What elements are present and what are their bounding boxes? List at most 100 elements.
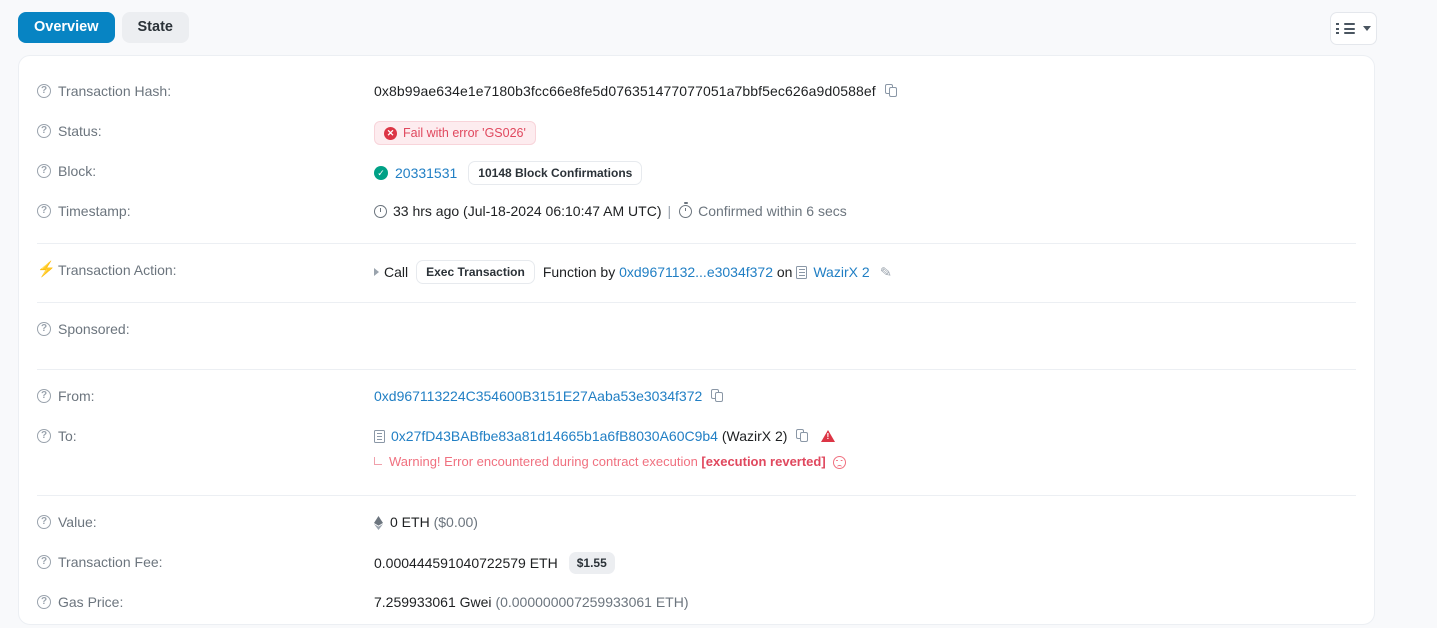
contract-document-icon [374,429,385,443]
label-text: Transaction Hash: [58,83,172,99]
help-icon[interactable]: ? [37,555,51,569]
label-transaction-fee: ? Transaction Fee: [37,552,374,571]
label-status: ? Status: [37,121,374,140]
label-text: Timestamp: [58,203,131,219]
divider [37,243,1356,244]
lightning-bolt-icon: ⚡ [37,261,56,278]
row-sponsored: ? Sponsored: [37,312,1356,360]
tab-overview[interactable]: Overview [18,12,115,43]
copy-icon[interactable] [884,84,898,98]
label-transaction-hash: ? Transaction Hash: [37,81,374,100]
label-from: ? From: [37,386,374,405]
copy-icon[interactable] [796,429,809,443]
function-name-badge: Exec Transaction [416,260,535,284]
row-gas-price: ? Gas Price: 7.259933061 Gwei (0.0000000… [37,585,1356,624]
label-text: Sponsored: [58,321,130,337]
label-block: ? Block: [37,161,374,180]
call-word: Call [384,264,409,280]
to-address-link[interactable]: 0x27fD43BABfbe83a81d14665b1a6fB8030A60C9… [391,426,718,446]
help-icon[interactable]: ? [37,164,51,178]
gas-price-eth-text: (0.000000007259933061 ETH) [495,594,689,610]
row-value: ? Value: 0 ETH ($0.00) [37,505,1356,545]
label-text: Gas Price: [58,594,124,610]
clock-icon [374,204,387,218]
on-word: on [776,264,793,280]
warning-text: Warning! Error encountered during contra… [389,454,698,469]
value-transaction-action: Call Exec Transaction Function by 0xd967… [374,260,1356,284]
row-to: ? To: 0x27fD43BABfbe83a81d14665b1a6fB803… [37,419,1356,478]
label-sponsored: ? Sponsored: [37,319,374,338]
fee-usd-badge: $1.55 [568,552,615,574]
value-status: ✕ Fail with error 'GS026' [374,121,1356,145]
label-text: Transaction Action: [58,262,177,278]
timestamp-text: 33 hrs ago (Jul-18-2024 06:10:47 AM UTC) [393,203,662,219]
contract-execution-warning: Warning! Error encountered during contra… [374,453,1356,471]
block-confirmations-badge: 10148 Block Confirmations [468,161,643,185]
list-icon [1344,23,1355,34]
list-view-dropdown-button[interactable] [1330,12,1377,45]
divider [37,495,1356,496]
contract-name-link[interactable]: WazirX 2 [813,262,869,282]
label-to: ? To: [37,426,374,445]
chevron-down-icon [1363,26,1371,31]
confirmed-within-text: Confirmed within 6 secs [698,203,847,219]
help-icon[interactable]: ? [37,389,51,403]
caller-address-link[interactable]: 0xd9671132...e3034f372 [619,262,773,282]
ethereum-icon [374,515,383,530]
help-icon[interactable]: ? [37,595,51,609]
value-from: 0xd967113224C354600B3151E27Aaba53e3034f3… [374,386,1356,406]
label-text: To: [58,428,77,444]
row-block: ? Block: ✓ 20331531 10148 Block Confirma… [37,154,1356,194]
value-eth-text: 0 ETH [390,514,430,530]
top-tab-bar: Overview State [0,0,1437,55]
copy-icon[interactable] [711,389,724,403]
value-transaction-fee: 0.000444591040722579 ETH $1.55 [374,552,1356,574]
help-icon[interactable]: ? [37,124,51,138]
value-timestamp: 33 hrs ago (Jul-18-2024 06:10:47 AM UTC)… [374,201,1356,221]
help-icon[interactable]: ? [37,429,51,443]
row-transaction-fee: ? Transaction Fee: 0.000444591040722579 … [37,545,1356,585]
label-transaction-action: ⚡ Transaction Action: [37,260,374,279]
stopwatch-icon [679,202,693,218]
value-amount: 0 ETH ($0.00) [374,512,1356,532]
label-text: Block: [58,163,97,179]
label-text: Transaction Fee: [58,554,163,570]
gas-price-gwei-text: 7.259933061 Gwei [374,594,492,610]
value-to: 0x27fD43BABfbe83a81d14665b1a6fB8030A60C9… [374,426,1356,471]
from-address-link[interactable]: 0xd967113224C354600B3151E27Aaba53e3034f3… [374,386,702,406]
tab-state[interactable]: State [121,12,189,43]
row-from: ? From: 0xd967113224C354600B3151E27Aaba5… [37,379,1356,419]
fee-eth-text: 0.000444591040722579 ETH [374,555,558,571]
label-text: Value: [58,514,97,530]
row-timestamp: ? Timestamp: 33 hrs ago (Jul-18-2024 06:… [37,194,1356,234]
divider [37,369,1356,370]
expand-caret-icon[interactable] [374,268,379,276]
list-bullets-icon [1336,23,1339,34]
row-status: ? Status: ✕ Fail with error 'GS026' [37,114,1356,154]
help-icon[interactable]: ? [37,515,51,529]
label-timestamp: ? Timestamp: [37,201,374,220]
value-transaction-hash: 0x8b99ae634e1e7180b3fcc66e8fe5d076351477… [374,81,1356,101]
error-circle-icon: ✕ [384,126,397,140]
contract-document-icon [796,265,808,279]
warning-triangle-icon[interactable] [821,430,836,442]
row-transaction-hash: ? Transaction Hash: 0x8b99ae634e1e7180b3… [37,74,1356,114]
label-gas-price: ? Gas Price: [37,592,374,611]
edit-pencil-icon[interactable]: ✎ [879,262,892,283]
help-icon[interactable]: ? [37,322,51,336]
separator: | [667,203,672,219]
tab-group: Overview State [18,12,189,43]
transaction-overview-card: ? Transaction Hash: 0x8b99ae634e1e7180b3… [18,55,1375,625]
divider [37,302,1356,303]
help-icon[interactable]: ? [37,84,51,98]
corner-arrow-icon [374,456,382,465]
block-number-link[interactable]: 20331531 [395,163,457,183]
check-circle-icon: ✓ [374,166,388,180]
value-usd-text: ($0.00) [433,514,478,530]
label-value: ? Value: [37,512,374,531]
help-icon[interactable]: ? [37,204,51,218]
value-sponsored [374,319,1356,339]
sad-face-icon [832,455,846,469]
value-block: ✓ 20331531 10148 Block Confirmations [374,161,1356,185]
function-by-text: Function by [542,264,616,280]
